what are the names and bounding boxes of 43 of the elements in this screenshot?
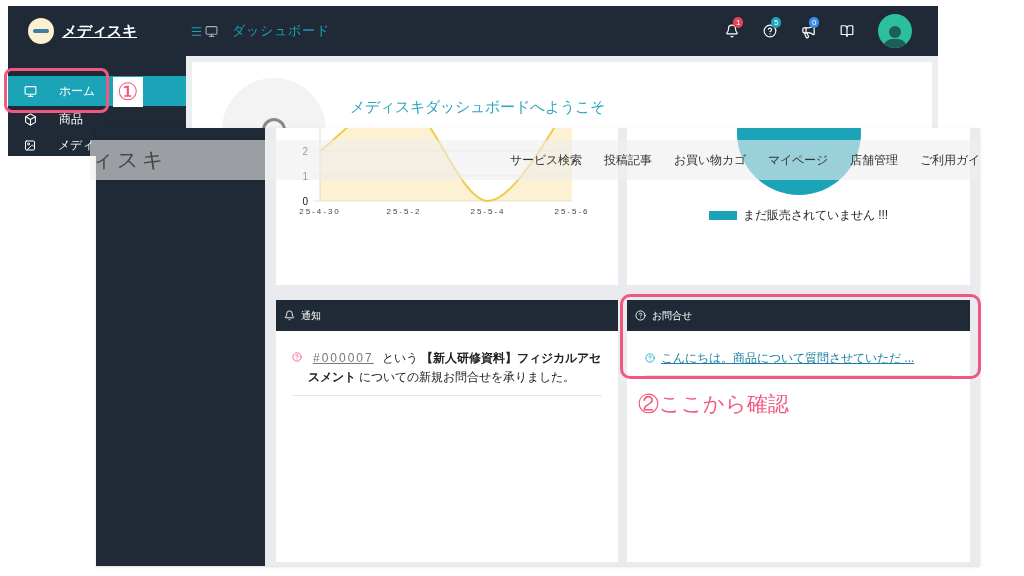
nav-link[interactable]: 店舗管理 xyxy=(850,151,898,169)
help-icon xyxy=(635,310,646,321)
annotation-text: ②ここから確認 xyxy=(638,391,789,417)
axis-tick-label: 25-5-6 xyxy=(554,207,590,216)
book-icon[interactable] xyxy=(840,24,854,38)
count-badge: 5 xyxy=(771,17,782,28)
monitor-icon xyxy=(205,24,218,38)
brand-name[interactable]: メディスキ xyxy=(62,19,137,43)
help-icon[interactable] xyxy=(763,24,777,38)
monitor-icon xyxy=(24,84,37,98)
card-title: 通知 xyxy=(301,309,321,323)
axis-tick-label: 25-4-30 xyxy=(299,207,341,216)
brand-name[interactable]: ィスキ xyxy=(92,144,167,176)
notification-text: #000007 という 【新人研修資料】フィジカルアセスメント についての新規お問合せを承りました。 xyxy=(308,350,602,386)
nav-link[interactable]: マイページ xyxy=(768,151,828,169)
menu-icon[interactable] xyxy=(190,24,203,38)
bell-icon[interactable] xyxy=(725,24,739,38)
nav-link[interactable]: お買い物カゴ xyxy=(674,151,746,169)
welcome-title: メディスキダッシュボードへようこそ xyxy=(350,97,605,117)
nav-link[interactable]: サービス検索 xyxy=(510,151,582,169)
cube-icon xyxy=(24,112,37,126)
inquiry-link[interactable]: こんにちは。商品について質問させていただ ... xyxy=(661,349,915,367)
sidebar-item[interactable]: 商品 xyxy=(8,106,94,132)
help-icon xyxy=(292,352,302,362)
bell-icon xyxy=(284,310,295,321)
count-badge: 0 xyxy=(809,16,820,28)
axis-tick-label: 25-5-4 xyxy=(470,207,506,216)
avatar[interactable] xyxy=(878,14,912,48)
ticket-link[interactable]: #000007 xyxy=(313,351,374,365)
nav-link[interactable]: ご利用ガイ xyxy=(920,151,980,169)
legend-label: まだ販売されていません !!! xyxy=(742,207,889,224)
image-icon xyxy=(24,138,36,152)
step-number: ① xyxy=(113,77,143,107)
nav-link[interactable]: 投稿記事 xyxy=(604,151,652,169)
card-title: お問合せ xyxy=(652,309,692,323)
axis-tick-label: 1 xyxy=(302,170,308,182)
axis-tick-label: 0 xyxy=(302,196,308,207)
breadcrumb[interactable]: ダッシュボード xyxy=(232,21,330,41)
axis-tick-label: 25-5-2 xyxy=(386,207,422,216)
help-icon xyxy=(645,353,655,363)
logo-icon xyxy=(28,18,54,44)
axis-tick-label: 2 xyxy=(302,145,308,157)
count-badge: 1 xyxy=(733,17,744,28)
